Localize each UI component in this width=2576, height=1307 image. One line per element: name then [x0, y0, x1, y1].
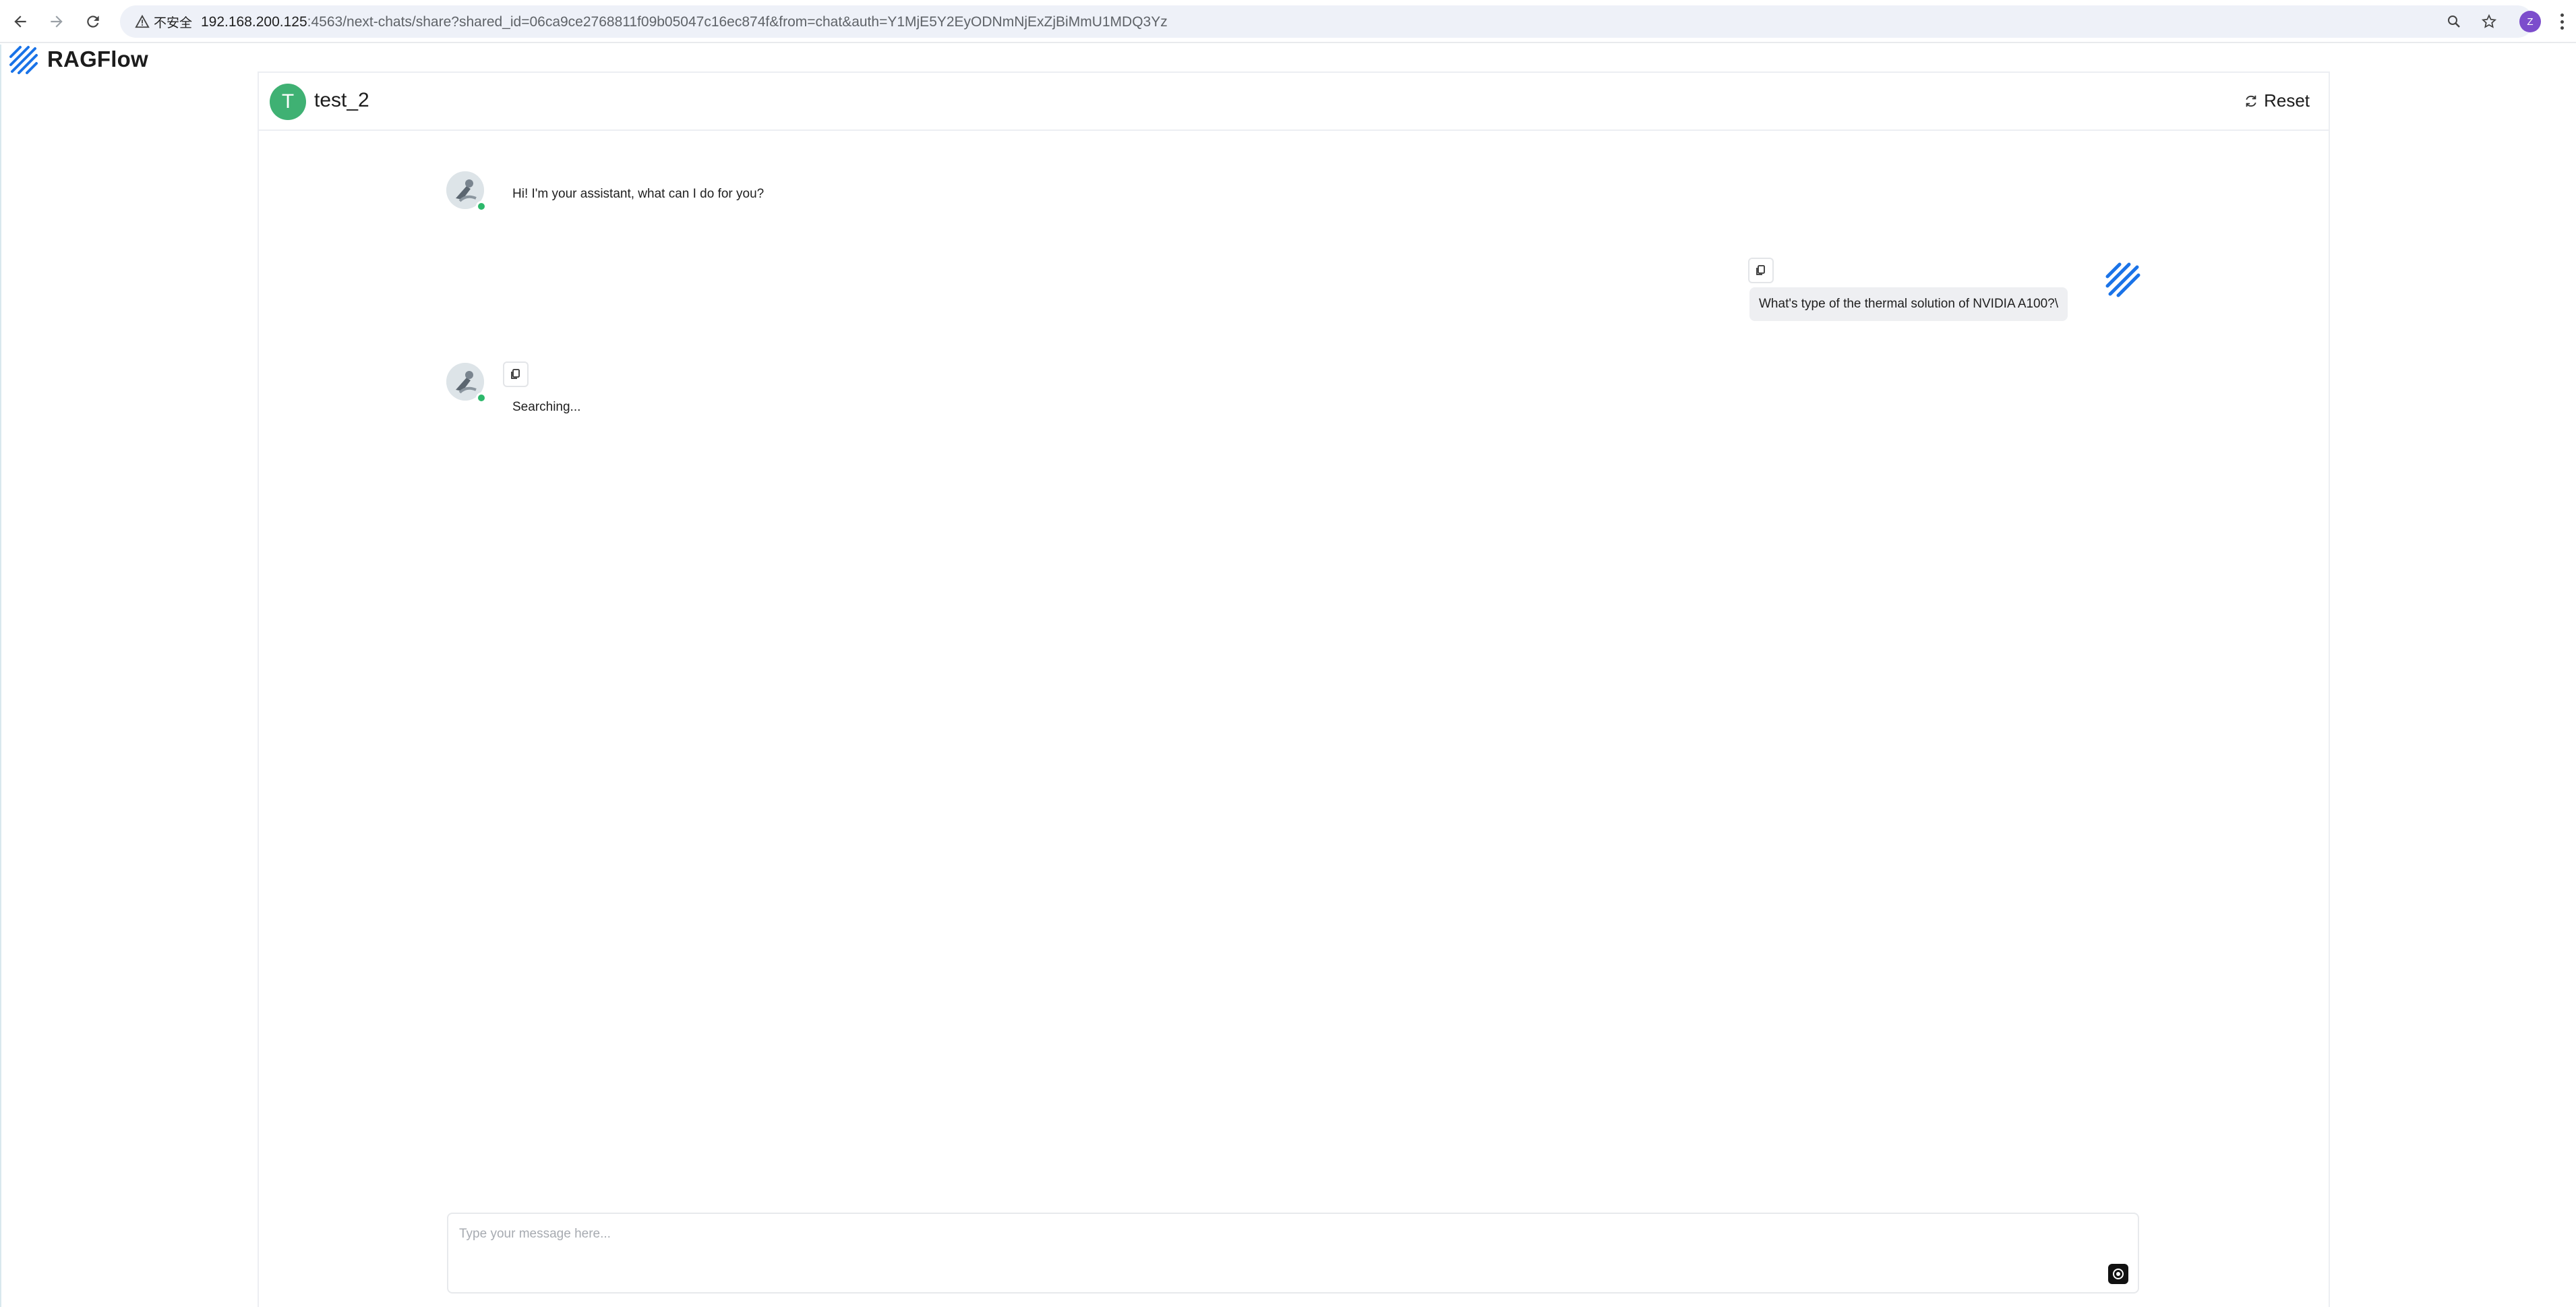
- browser-menu-button[interactable]: [2555, 11, 2569, 32]
- ragflow-user-avatar-icon: [2105, 262, 2140, 297]
- bookmark-button[interactable]: [2480, 12, 2498, 31]
- copy-icon: [511, 369, 520, 379]
- chat-title: test_2: [314, 89, 369, 111]
- user-message-text: What's type of the thermal solution of N…: [1759, 297, 2059, 311]
- reload-icon: [87, 16, 99, 28]
- profile-avatar[interactable]: Z: [2519, 11, 2541, 32]
- address-bar[interactable]: 不安全 192.168.200.125:4563/next-chats/shar…: [120, 5, 2534, 38]
- user-message-bubble: What's type of the thermal solution of N…: [1749, 287, 2068, 321]
- message-input[interactable]: [459, 1221, 2077, 1248]
- url-host: 192.168.200.125: [201, 14, 307, 30]
- online-status-dot: [476, 201, 487, 212]
- brand-logo: RAGFlow: [8, 45, 148, 74]
- menu-dot-icon: [2560, 20, 2564, 24]
- menu-dot-icon: [2560, 26, 2564, 30]
- url-path: :4563/next-chats/share?shared_id=06ca9ce…: [307, 14, 1168, 30]
- back-button[interactable]: [8, 9, 32, 34]
- copy-message-button[interactable]: [1748, 258, 1774, 283]
- ragflow-logo-icon: [9, 46, 38, 74]
- zoom-button[interactable]: [2445, 12, 2463, 31]
- reset-label: Reset: [2264, 90, 2310, 111]
- user-avatar: [2102, 259, 2143, 299]
- assistant-avatar: [446, 171, 487, 212]
- brand-name: RAGFlow: [47, 47, 148, 71]
- chat-header: T test_2 Reset: [259, 73, 2329, 131]
- star-icon: [2481, 13, 2497, 28]
- chat-avatar: T: [270, 84, 306, 120]
- chat-panel: T test_2 Reset: [258, 71, 2330, 1307]
- menu-dot-icon: [2560, 13, 2564, 17]
- message-composer: [447, 1213, 2139, 1294]
- copy-icon: [1756, 265, 1765, 275]
- assistant-avatar: [446, 363, 487, 403]
- browser-toolbar: 不安全 192.168.200.125:4563/next-chats/shar…: [0, 0, 2576, 43]
- copy-message-button[interactable]: [503, 361, 529, 387]
- magnifier-icon: [2448, 16, 2460, 28]
- reload-button[interactable]: [81, 9, 105, 34]
- url-text[interactable]: 192.168.200.125:4563/next-chats/share?sh…: [201, 14, 1168, 30]
- warning-triangle-icon: [135, 14, 150, 28]
- reset-button[interactable]: Reset: [2244, 90, 2310, 111]
- arrow-right-icon: [51, 16, 63, 28]
- send-button[interactable]: [2108, 1264, 2128, 1284]
- refresh-icon: [2246, 95, 2256, 107]
- assistant-status-text: Searching...: [512, 400, 581, 414]
- forward-button[interactable]: [44, 9, 69, 34]
- security-chip[interactable]: 不安全: [129, 11, 202, 32]
- assistant-greeting-text: Hi! I'm your assistant, what can I do fo…: [512, 187, 765, 201]
- arrow-left-icon: [14, 16, 26, 28]
- security-label: 不安全: [154, 16, 193, 30]
- online-status-dot: [476, 393, 487, 403]
- left-sidebar: [0, 45, 258, 1307]
- send-icon: [2113, 1269, 2124, 1279]
